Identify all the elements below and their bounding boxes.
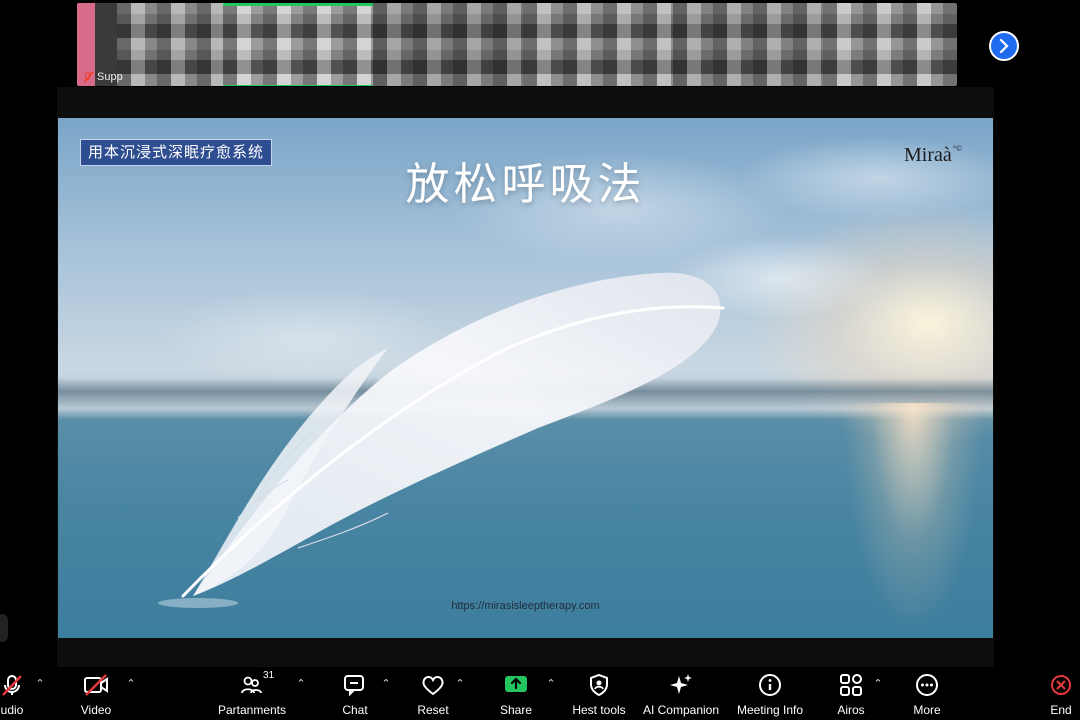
audio-label: udio (0, 703, 24, 717)
brand-logo-mark: °© (952, 144, 963, 153)
participant-tile[interactable] (673, 3, 823, 86)
audio-button[interactable]: udio (0, 672, 57, 718)
muted-mic-icon (83, 71, 93, 83)
muted-mic-icon (0, 672, 24, 698)
apps-icon (839, 672, 863, 698)
chat-label: Chat (342, 703, 368, 717)
heart-icon (421, 672, 445, 698)
participants-button[interactable]: 31 Partanments (207, 670, 297, 718)
slide-url: https://mirasisleeptherapy.com (451, 600, 600, 612)
participants-icon: 31 (241, 670, 274, 698)
reactions-options-caret[interactable]: ⌃ (454, 678, 466, 690)
host-tools-button[interactable]: Hest tools (554, 672, 644, 718)
ai-companion-label: AI Companion (642, 703, 720, 717)
participant-tile[interactable] (523, 3, 673, 86)
more-icon (915, 672, 939, 698)
participant-tile[interactable] (373, 3, 523, 86)
ai-companion-button[interactable]: AI Companion (636, 672, 726, 718)
meeting-info-label: Meeting Info (736, 703, 804, 717)
active-speaker-indicator (223, 3, 373, 6)
brand-logo: Miraà°© (904, 144, 962, 167)
next-page-button[interactable] (989, 31, 1019, 61)
participant-strip: Supp (77, 3, 957, 86)
participants-options-caret[interactable]: ⌃ (295, 678, 307, 690)
video-label: Video (80, 703, 112, 717)
share-screen-icon (503, 672, 529, 698)
participants-count: 31 (263, 670, 275, 681)
participant-tile[interactable] (823, 3, 957, 86)
shield-icon (588, 672, 610, 698)
end-label: End (1050, 703, 1072, 717)
participants-label: Partanments (217, 703, 287, 717)
side-panel-handle[interactable] (0, 614, 8, 642)
more-label: More (913, 703, 941, 717)
audio-options-caret[interactable]: ⌃ (34, 678, 46, 690)
participant-name: Supp (97, 71, 123, 83)
more-button[interactable]: More (882, 672, 972, 718)
share-label: Share (499, 703, 533, 717)
video-options-caret[interactable]: ⌃ (125, 678, 137, 690)
apps-label: Airos (837, 703, 865, 717)
participant-tile[interactable] (223, 3, 373, 86)
sparkle-icon (669, 672, 693, 698)
video-off-icon (82, 672, 110, 698)
meeting-toolbar: udio ⌃ Video ⌃ 31 Partanments ⌃ Chat ⌃ R… (0, 668, 1080, 720)
participant-name-tag: Supp (83, 71, 123, 83)
reactions-label: Reset (417, 703, 449, 717)
brand-logo-text: Miraà (904, 144, 952, 166)
meeting-info-button[interactable]: Meeting Info (725, 672, 815, 718)
end-call-icon (1050, 672, 1072, 698)
active-speaker-indicator (223, 85, 373, 86)
end-button[interactable]: End (1016, 672, 1080, 718)
info-icon (758, 672, 782, 698)
chat-icon (343, 672, 367, 698)
host-tools-label: Hest tools (572, 703, 626, 717)
participant-tile[interactable] (117, 3, 223, 86)
slide-title: 放松呼吸法 (405, 159, 646, 210)
shared-slide: 用本沉浸式深眠疗愈系统 放松呼吸法 Miraà°© https://mirasi… (58, 118, 993, 638)
meeting-window: Supp 用本沉浸式深眠疗愈系统 放松呼吸法 Miraà°© https://m… (0, 0, 1080, 720)
chevron-right-icon (999, 39, 1009, 53)
